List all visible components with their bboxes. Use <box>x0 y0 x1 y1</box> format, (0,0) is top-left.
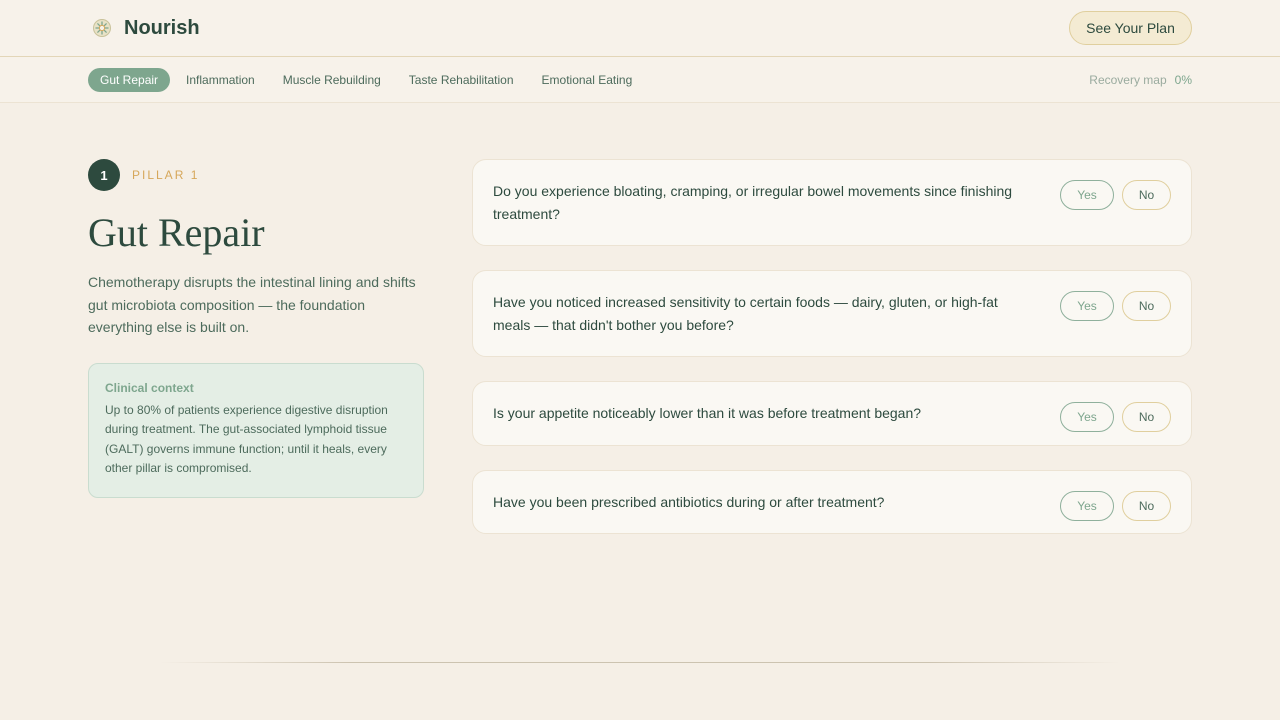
footer-divider <box>160 662 1120 663</box>
see-your-plan-button[interactable]: See Your Plan <box>1069 11 1192 45</box>
pillar-tabs: Gut Repair Inflammation Muscle Rebuildin… <box>88 68 648 92</box>
answer-buttons: Yes No <box>1060 402 1171 432</box>
question-card: Do you experience bloating, cramping, or… <box>472 159 1192 246</box>
tab-taste-rehabilitation[interactable]: Taste Rehabilitation <box>397 68 526 92</box>
top-header: Nourish See Your Plan <box>0 0 1280 57</box>
yes-button[interactable]: Yes <box>1060 490 1114 521</box>
answer-buttons: Yes No <box>1060 180 1171 210</box>
leaf-wheel-icon <box>93 19 111 37</box>
question-text: Is your appetite noticeably lower than i… <box>493 405 922 421</box>
answer-buttons: Yes No <box>1060 490 1171 521</box>
question-text: Have you been prescribed antibiotics dur… <box>493 493 885 510</box>
pillar-description: Chemotherapy disrupts the intestinal lin… <box>88 274 416 335</box>
brand-name: Nourish <box>124 16 200 39</box>
no-button[interactable]: No <box>1122 490 1171 521</box>
answer-buttons: Yes No <box>1060 291 1171 321</box>
clinical-context-title: Clinical context <box>105 380 194 395</box>
pillar-header: 1 PILLAR 1 <box>88 159 424 191</box>
question-text: Have you noticed increased sensitivity t… <box>493 294 998 333</box>
no-button[interactable]: No <box>1122 402 1171 432</box>
tab-inflammation[interactable]: Inflammation <box>174 68 267 92</box>
pillar-nav: Gut Repair Inflammation Muscle Rebuildin… <box>0 57 1280 103</box>
clinical-context-body: Up to 80% of patients experience digesti… <box>105 402 388 476</box>
yes-button[interactable]: Yes <box>1060 402 1114 432</box>
clinical-context-card: Clinical context Up to 80% of patients e… <box>88 362 424 498</box>
yes-button[interactable]: Yes <box>1060 180 1114 210</box>
question-list: Do you experience bloating, cramping, or… <box>472 159 1192 558</box>
tab-gut-repair[interactable]: Gut Repair <box>88 68 171 92</box>
question-card: Have you noticed increased sensitivity t… <box>472 270 1192 357</box>
recovery-map-value: 0% <box>1174 73 1192 87</box>
question-card: Have you been prescribed antibiotics dur… <box>472 469 1192 534</box>
no-button[interactable]: No <box>1122 180 1171 210</box>
pillar-number-badge: 1 <box>88 159 120 191</box>
question-card: Is your appetite noticeably lower than i… <box>472 381 1192 446</box>
tab-muscle-rebuilding[interactable]: Muscle Rebuilding <box>271 68 393 92</box>
yes-button[interactable]: Yes <box>1060 291 1114 321</box>
no-button[interactable]: No <box>1122 291 1171 321</box>
recovery-map-status: Recovery map 0% <box>1089 73 1192 87</box>
question-text: Do you experience bloating, cramping, or… <box>493 183 1013 222</box>
page-title: Gut Repair <box>88 210 265 255</box>
tab-emotional-eating[interactable]: Emotional Eating <box>530 68 645 92</box>
recovery-map-label: Recovery map <box>1089 73 1167 87</box>
brand[interactable]: Nourish <box>92 16 200 40</box>
pillar-intro: 1 PILLAR 1 Gut Repair Chemotherapy disru… <box>88 159 424 498</box>
pillar-label: PILLAR 1 <box>132 168 200 182</box>
